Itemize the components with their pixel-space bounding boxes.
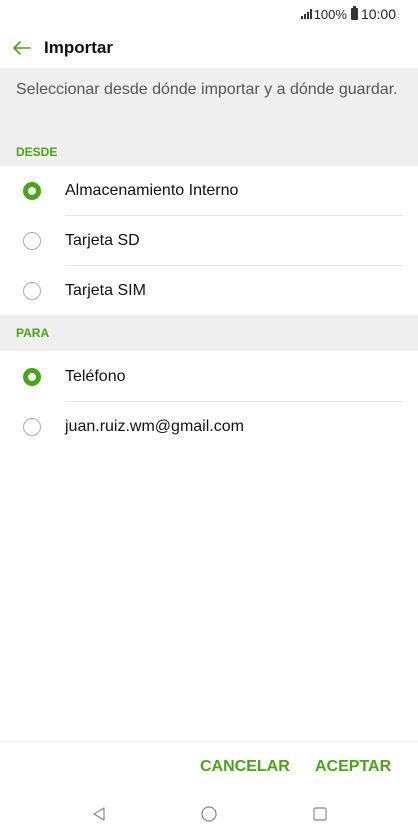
- signal-icon: [300, 9, 312, 19]
- section-header-to: PARA: [0, 315, 418, 351]
- status-bar: 100% 10:00: [0, 0, 418, 28]
- square-recents-icon[interactable]: [305, 799, 335, 829]
- arrow-left-icon[interactable]: [0, 28, 44, 68]
- option-label: Tarjeta SIM: [65, 281, 146, 299]
- clock: 10:00: [360, 6, 396, 22]
- navigation-bar: [0, 791, 418, 836]
- radio-unchecked-icon[interactable]: [23, 417, 41, 436]
- circle-home-icon[interactable]: [194, 799, 224, 829]
- app-bar: Importar: [0, 28, 418, 68]
- cancel-button[interactable]: CANCELAR: [200, 742, 290, 792]
- description-text: Seleccionar desde dónde importar y a dón…: [0, 68, 418, 138]
- action-bar: CANCELAR ACEPTAR: [0, 741, 418, 791]
- option-label: Tarjeta SD: [65, 231, 140, 249]
- option-sim-card[interactable]: Tarjeta SIM: [0, 266, 418, 315]
- section-header-from: DESDE: [0, 138, 418, 166]
- accept-button[interactable]: ACEPTAR: [315, 742, 391, 792]
- battery-percentage: 100%: [313, 6, 347, 22]
- radio-unchecked-icon[interactable]: [23, 281, 41, 300]
- radio-unchecked-icon[interactable]: [23, 231, 41, 250]
- option-label: Teléfono: [65, 367, 126, 385]
- radio-checked-icon[interactable]: [23, 367, 41, 386]
- option-label: Almacenamiento Interno: [65, 181, 239, 199]
- option-google-account[interactable]: juan.ruiz.wm@gmail.com: [0, 402, 418, 451]
- option-label: juan.ruiz.wm@gmail.com: [65, 417, 244, 435]
- option-internal-storage[interactable]: Almacenamiento Interno: [0, 166, 418, 215]
- page-title: Importar: [44, 38, 113, 57]
- triangle-back-icon[interactable]: [84, 799, 114, 829]
- option-phone[interactable]: Teléfono: [0, 352, 418, 401]
- option-sd-card[interactable]: Tarjeta SD: [0, 216, 418, 265]
- battery-icon: [350, 6, 358, 20]
- radio-checked-icon[interactable]: [23, 181, 41, 200]
